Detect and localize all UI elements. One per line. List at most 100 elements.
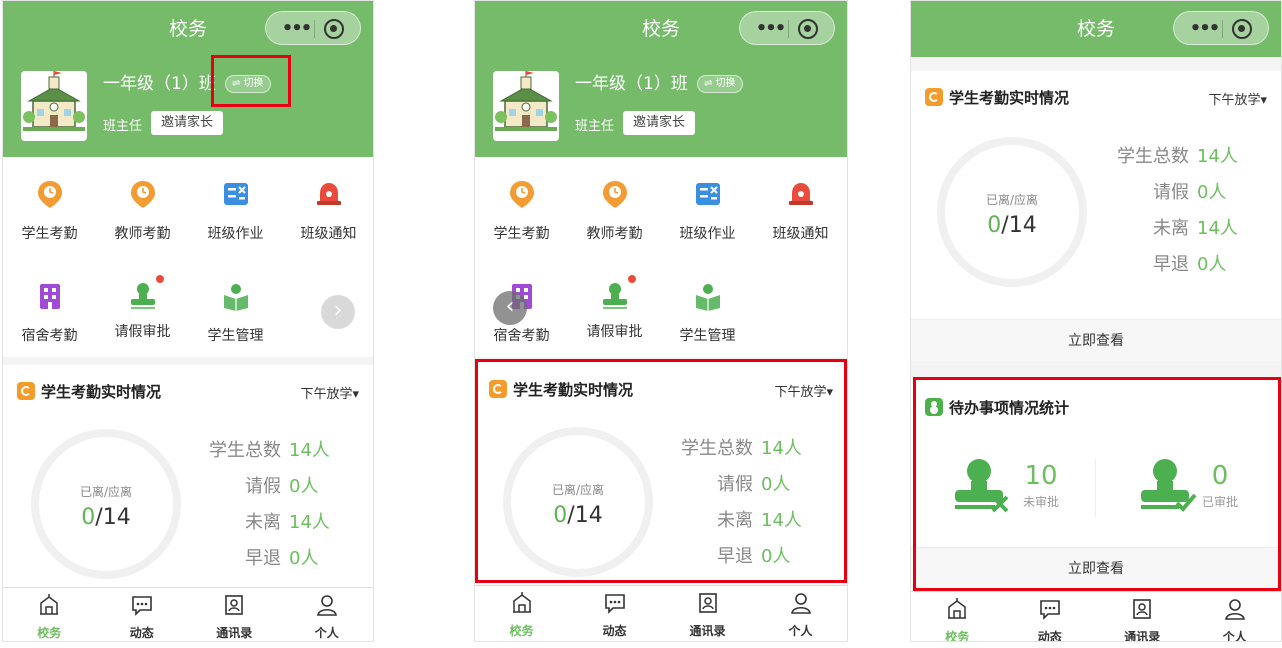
reader-icon [221, 281, 251, 311]
capsule-divider [788, 20, 789, 38]
grid-item-teacher-attendance[interactable]: 教师考勤 [568, 179, 661, 243]
stat-row-not-left: 未离 14人 [1153, 218, 1238, 239]
prev-page-arrow-icon[interactable]: ‹ [493, 291, 527, 325]
close-target-icon[interactable] [1232, 19, 1252, 39]
clock-icon [507, 179, 537, 209]
left-count: 0 [81, 505, 96, 530]
tab-label: 个人 [788, 624, 813, 638]
mini-program-capsule[interactable]: ••• [739, 11, 835, 45]
grid-item-class-notice[interactable]: 班级通知 [282, 179, 373, 243]
tab-school-affairs[interactable]: 校务 [3, 594, 96, 641]
unread-dot [627, 275, 636, 283]
tab-label: 通讯录 [1124, 630, 1161, 642]
grid-item-label: 请假审批 [586, 324, 643, 340]
more-icon[interactable]: ••• [1186, 12, 1222, 46]
stat-row-total: 学生总数 14人 [1117, 146, 1238, 167]
invite-parents-button[interactable]: 邀请家长 [623, 111, 696, 135]
person-icon [790, 592, 812, 614]
stamp-icon [600, 281, 630, 311]
tab-label: 动态 [129, 626, 154, 640]
feature-grid: 学生考勤 教师考勤 班级作业 班级通知 宿舍考勤 请假审批 学生管理 [3, 157, 373, 357]
mini-program-capsule[interactable]: ••• [265, 11, 361, 45]
tab-label: 通讯录 [689, 624, 726, 638]
more-icon[interactable]: ••• [278, 12, 314, 46]
tab-contacts[interactable]: 通讯录 [661, 592, 754, 639]
contacts-icon [1131, 598, 1153, 620]
grid-item-label: 学生考勤 [21, 226, 78, 242]
clock-icon [35, 179, 65, 209]
top-bar: 校务 ••• [475, 1, 847, 57]
grid-item-teacher-attendance[interactable]: 教师考勤 [96, 179, 189, 243]
clock-icon [600, 179, 630, 209]
stat-row-leave: 请假 0人 [1153, 182, 1227, 203]
tab-label: 个人 [314, 626, 339, 640]
time-filter-dropdown[interactable]: 下午放学▾ [1208, 89, 1267, 108]
grid-item-leave-approval[interactable]: 请假审批 [568, 275, 661, 341]
chat-icon [604, 592, 626, 614]
time-filter-dropdown[interactable]: 下午放学▾ [300, 383, 359, 402]
tab-feed[interactable]: 动态 [1004, 598, 1097, 642]
grid-item-label: 宿舍考勤 [493, 328, 550, 344]
tab-school-affairs[interactable]: 校务 [475, 592, 568, 639]
reader-icon [693, 281, 723, 311]
tab-label: 个人 [1222, 630, 1247, 642]
attendance-stats: 学生总数 14人 请假 0人 未离 14人 早退 0人 [1107, 139, 1238, 283]
stat-row-not-left: 未离 14人 [245, 512, 330, 533]
tab-contacts[interactable]: 通讯录 [188, 594, 281, 641]
tab-personal[interactable]: 个人 [1189, 598, 1282, 642]
stat-row-early: 早退 0人 [245, 548, 319, 569]
grid-item-label: 教师考勤 [586, 226, 643, 242]
phone-screen-2: 校务 ••• 一年级（1）班 ⇌ 切换 班主任 邀请家长 学生考勤 教师考勤 班… [474, 0, 848, 642]
grid-item-leave-approval[interactable]: 请假审批 [96, 275, 189, 341]
highlight-box-todo [913, 377, 1281, 591]
grid-item-class-notice[interactable]: 班级通知 [754, 179, 847, 243]
grid-item-label: 请假审批 [114, 324, 171, 340]
switch-class-button[interactable]: ⇌ 切换 [697, 75, 743, 93]
grid-item-label: 学生考勤 [493, 226, 550, 242]
stat-row-early: 早退 0人 [1153, 254, 1227, 275]
stat-row-total: 学生总数 14人 [209, 440, 330, 461]
grid-item-class-homework[interactable]: 班级作业 [189, 179, 282, 243]
tab-contacts[interactable]: 通讯录 [1096, 598, 1189, 642]
attendance-view-now-button[interactable]: 立即查看 [911, 319, 1281, 361]
ring-value: 0/14 [945, 213, 1079, 238]
highlight-box-attendance [475, 359, 847, 583]
bottom-tab-bar: 校务 动态 通讯录 个人 [911, 591, 1282, 642]
class-name: 一年级（1）班 [103, 74, 216, 94]
grid-item-student-attendance[interactable]: 学生考勤 [3, 179, 96, 243]
tab-label: 动态 [1037, 630, 1062, 642]
invite-parents-button[interactable]: 邀请家长 [151, 111, 224, 135]
class-header: 一年级（1）班 ⇌ 切换 班主任 邀请家长 [3, 57, 373, 157]
close-target-icon[interactable] [324, 19, 344, 39]
contacts-icon [697, 592, 719, 614]
contacts-icon [223, 594, 245, 616]
tab-label: 校务 [509, 624, 534, 638]
grid-item-class-homework[interactable]: 班级作业 [661, 179, 754, 243]
tab-school-affairs[interactable]: 校务 [911, 598, 1004, 641]
capsule-divider [1222, 20, 1223, 38]
highlight-box-switch [211, 55, 291, 107]
bottom-tab-bar: 校务 动态 通讯录 个人 [475, 585, 847, 641]
grid-item-label: 班级通知 [300, 226, 357, 242]
school-icon [511, 592, 533, 614]
school-illustration-icon [21, 71, 87, 141]
close-target-icon[interactable] [798, 19, 818, 39]
attendance-card-title-text: 学生考勤实时情况 [41, 383, 162, 401]
bottom-tab-bar: 校务 动态 通讯录 个人 [3, 587, 374, 641]
grid-item-student-attendance[interactable]: 学生考勤 [475, 179, 568, 243]
tab-personal[interactable]: 个人 [754, 592, 847, 639]
building-icon [35, 281, 65, 311]
more-icon[interactable]: ••• [752, 12, 788, 46]
mini-program-capsule[interactable]: ••• [1173, 11, 1269, 45]
grid-item-dorm-attendance[interactable]: 宿舍考勤 [3, 281, 96, 345]
next-page-arrow-icon[interactable]: › [321, 295, 355, 329]
tab-personal[interactable]: 个人 [281, 594, 374, 641]
attendance-ring: 已离/应离 0/14 [937, 137, 1087, 287]
phone-screen-1: 校务 ••• 一年级（1）班 ⇌ 切换 班主任 邀请家长 学生考勤 教师考勤 班… [2, 0, 374, 642]
grid-item-student-management[interactable]: 学生管理 [661, 281, 754, 345]
tab-feed[interactable]: 动态 [568, 592, 661, 639]
grid-item-student-management[interactable]: 学生管理 [189, 281, 282, 345]
attendance-card-icon [925, 88, 943, 106]
grid-item-label: 班级作业 [679, 226, 736, 242]
tab-feed[interactable]: 动态 [96, 594, 189, 641]
